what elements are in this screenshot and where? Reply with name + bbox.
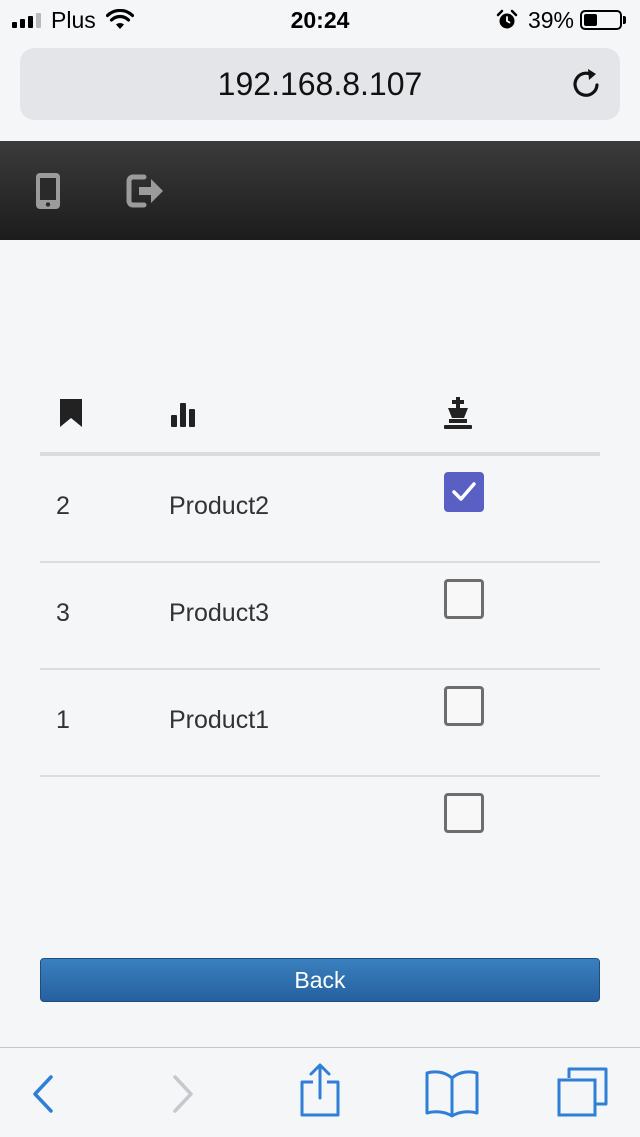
bookmarks-icon[interactable] [424, 1068, 480, 1118]
back-arrow-icon[interactable] [30, 1074, 56, 1114]
battery-level [584, 14, 597, 26]
browser-toolbar [0, 1047, 640, 1137]
share-icon[interactable] [298, 1062, 342, 1118]
battery-tip [623, 16, 626, 24]
product-checkbox[interactable] [444, 793, 484, 833]
bookmark-icon [60, 399, 82, 427]
battery-percent: 39% [527, 6, 574, 33]
product-checkbox[interactable] [444, 472, 484, 512]
address-text[interactable]: 192.168.8.107 [20, 48, 620, 120]
product-checkbox[interactable] [444, 579, 484, 619]
product-table: 2 Product2 3 Product3 1 Product1 [40, 380, 600, 882]
checkmark-icon [452, 482, 476, 501]
forward-arrow-icon[interactable] [170, 1074, 196, 1114]
table-row: 1 Product1 [40, 670, 600, 777]
status-bar: Plus 20:24 39% [0, 0, 640, 40]
row-number: 3 [56, 599, 70, 627]
product-name: Product1 [169, 706, 270, 734]
product-checkbox[interactable] [444, 686, 484, 726]
app-header [0, 141, 640, 240]
table-row: 3 Product3 [40, 563, 600, 670]
row-number: 2 [56, 492, 70, 520]
table-row [40, 777, 600, 882]
bar-chart-icon [171, 403, 195, 427]
phone-icon[interactable] [28, 171, 68, 211]
product-name: Product2 [169, 492, 270, 520]
status-right: 39% [496, 6, 626, 34]
battery-icon [580, 10, 622, 30]
product-name: Product3 [169, 599, 270, 627]
back-button[interactable]: Back [40, 958, 600, 1002]
table-header [40, 380, 600, 456]
reload-icon[interactable] [568, 66, 604, 102]
row-number: 1 [56, 706, 70, 734]
alarm-icon [496, 9, 518, 29]
address-bar[interactable]: 192.168.8.107 [20, 48, 620, 120]
chess-king-icon [444, 397, 472, 429]
logout-icon[interactable] [125, 171, 165, 211]
table-row: 2 Product2 [40, 456, 600, 563]
tabs-icon[interactable] [556, 1066, 610, 1118]
